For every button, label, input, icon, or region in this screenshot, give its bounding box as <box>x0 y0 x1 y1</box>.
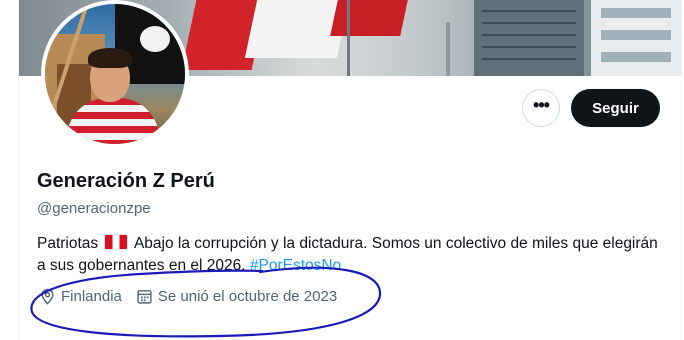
banner-building <box>474 0 584 76</box>
location-item: Finlandia <box>39 288 122 305</box>
bio-text: Abajo la corrupción y la dictadura. Somo… <box>37 235 658 274</box>
peru-flag-icon <box>104 234 129 250</box>
location-pin-icon <box>41 288 54 305</box>
location-text: Finlandia <box>61 288 122 305</box>
banner-tower <box>446 22 450 76</box>
avatar[interactable] <box>41 0 189 148</box>
profile-meta: Finlandia Se unió el octubre de 2023 <box>39 288 351 305</box>
display-name: Generación Z Perú <box>37 170 215 192</box>
more-options-button[interactable]: ••• <box>522 89 560 127</box>
profile-bio: Patriotas Abajo la corrupción y la dicta… <box>37 233 667 277</box>
hashtag-link[interactable]: #PorEstosNo <box>250 257 341 274</box>
avatar-skull <box>140 26 170 52</box>
banner-flagpole <box>347 0 350 76</box>
joined-date: Se unió el octubre de 2023 <box>157 288 338 305</box>
more-options-icon: ••• <box>533 95 550 115</box>
avatar-hair <box>88 48 132 68</box>
follow-button[interactable]: Seguir <box>571 89 660 127</box>
profile-card: ••• Seguir Generación Z Perú @generacion… <box>18 0 682 340</box>
banner-flag-red <box>330 0 408 36</box>
banner-building <box>591 0 681 76</box>
bio-text: Patriotas <box>37 235 99 252</box>
calendar-icon <box>137 290 152 304</box>
user-handle: @generacionzpe <box>37 200 151 217</box>
joined-item: Se unió el octubre de 2023 <box>136 288 337 305</box>
